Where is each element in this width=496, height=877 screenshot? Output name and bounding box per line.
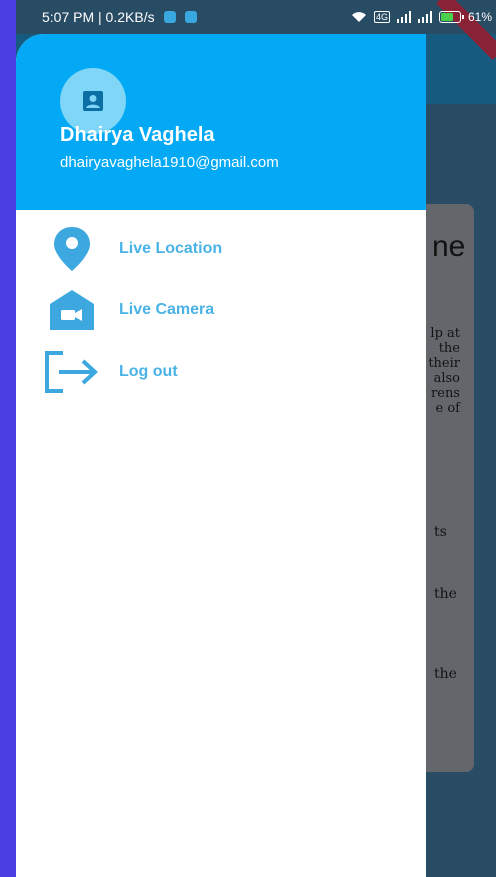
logout-icon [42, 342, 102, 402]
signal-icon [417, 11, 432, 23]
user-name: Dhairya Vaghela [60, 124, 215, 146]
wifi-icon [351, 12, 366, 22]
menu-item-label: Live Location [119, 240, 223, 257]
phone-screen: ne lp at the their also rens e of ts the… [16, 0, 496, 877]
menu-item-live-location[interactable]: Live Location [16, 220, 426, 278]
user-email: dhairyavaghela1910@gmail.com [60, 154, 279, 171]
navigation-drawer: Dhairya Vaghela dhairyavaghela1910@gmail… [16, 34, 426, 877]
menu-item-label: Log out [119, 363, 178, 380]
battery-percent: 61% [467, 10, 492, 24]
signal-icon [396, 11, 411, 23]
camera-house-icon [42, 280, 102, 340]
menu-item-live-camera[interactable]: Live Camera [16, 281, 426, 339]
status-time: 5:07 PM | 0.2KB/s [42, 9, 155, 25]
notification-app-icon [163, 11, 176, 23]
menu-item-label: Live Camera [119, 301, 215, 318]
battery-icon [438, 11, 464, 23]
network-badge: 4G [373, 11, 390, 23]
menu-item-log-out[interactable]: Log out [16, 343, 426, 401]
battery-fill [440, 13, 454, 21]
notification-app-icon [184, 11, 197, 23]
account-box-icon [83, 91, 103, 111]
location-pin-icon [42, 219, 102, 279]
drawer-header: Dhairya Vaghela dhairyavaghela1910@gmail… [16, 34, 426, 210]
status-bar: 5:07 PM | 0.2KB/s 4G 61% [16, 0, 496, 34]
